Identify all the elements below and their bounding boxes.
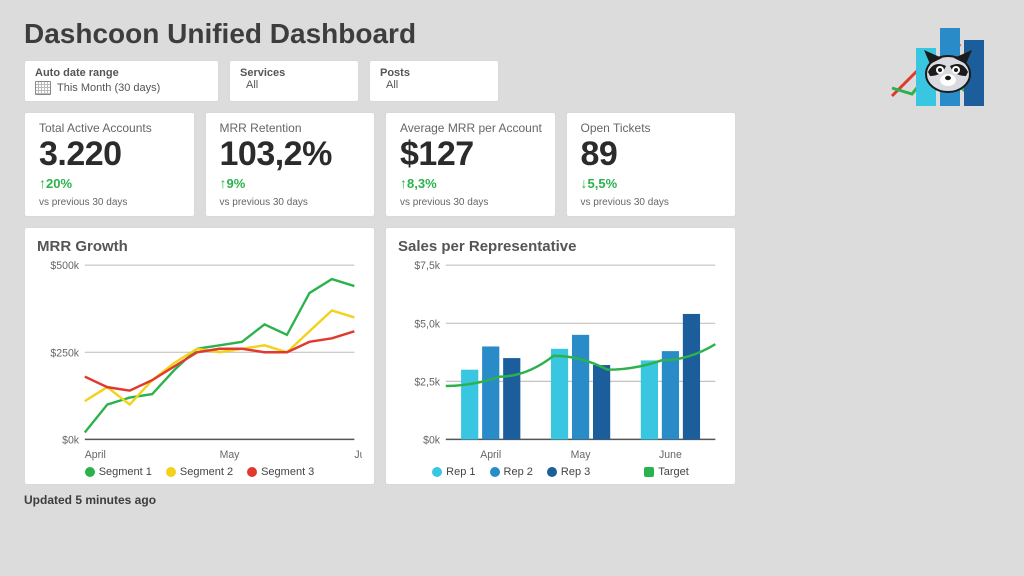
kpi-value: 103,2%	[220, 137, 365, 173]
svg-text:June: June	[659, 448, 682, 460]
kpi-card-2: Average MRR per Account $127 ↑8,3% vs previ…	[385, 112, 556, 217]
kpi-label: MRR Retention	[220, 121, 365, 135]
legend-item: Segment 1	[85, 466, 152, 478]
charts-row: MRR Growth $0k $250k $500k April May June Seg…	[24, 227, 736, 485]
arrow-down-icon: ↓	[581, 175, 588, 191]
kpi-label: Total Active Accounts	[39, 121, 184, 135]
filter-posts-value: All	[380, 79, 488, 91]
chart-mrr-growth: MRR Growth $0k $250k $500k April May June Seg…	[24, 227, 375, 485]
chart-mrr-growth-plot: $0k $250k $500k April May June	[37, 259, 362, 464]
legend-item: Rep 3	[547, 466, 590, 478]
filter-services-label: Services	[240, 67, 348, 79]
kpi-label: Open Tickets	[581, 121, 726, 135]
chart-sales-reps-plot: $0k $2,5k $5,0k $7,5k April May June	[398, 259, 723, 464]
legend-item: Segment 2	[166, 466, 233, 478]
kpi-label: Average MRR per Account	[400, 121, 545, 135]
kpi-card-0: Total Active Accounts 3.220 ↑20% vs previou…	[24, 112, 195, 217]
svg-text:May: May	[571, 448, 591, 460]
kpi-delta: ↑20%	[39, 175, 184, 191]
updated-timestamp: Updated 5 minutes ago	[24, 493, 736, 507]
kpi-row: Total Active Accounts 3.220 ↑20% vs previou…	[24, 112, 736, 217]
arrow-up-icon: ↑	[400, 175, 407, 191]
legend-color-icon	[432, 467, 442, 477]
legend-item: Segment 3	[247, 466, 314, 478]
svg-text:June: June	[354, 448, 362, 460]
kpi-delta: ↓5,5%	[581, 175, 726, 191]
kpi-compare: vs previous 30 days	[39, 197, 184, 208]
svg-text:$500k: $500k	[50, 260, 79, 272]
svg-text:$7,5k: $7,5k	[414, 260, 440, 272]
legend-label: Segment 3	[261, 466, 314, 478]
kpi-compare: vs previous 30 days	[581, 197, 726, 208]
filter-date-range[interactable]: Auto date range This Month (30 days)	[24, 60, 219, 102]
legend-item-target: Target	[644, 466, 689, 478]
calendar-icon	[35, 81, 51, 95]
chart-sales-reps: Sales per Representative $0k $2,5k $5,0k $7…	[385, 227, 736, 485]
chart-mrr-growth-title: MRR Growth	[37, 238, 362, 255]
chart-sales-reps-legend: Rep 1 Rep 2 Rep 3 Target	[398, 466, 723, 478]
legend-color-icon	[644, 467, 654, 477]
kpi-delta: ↑9%	[220, 175, 365, 191]
filter-services-value: All	[240, 79, 348, 91]
page-title: Dashcoon Unified Dashboard	[24, 18, 736, 50]
legend-color-icon	[490, 467, 500, 477]
filter-posts[interactable]: Posts All	[369, 60, 499, 102]
svg-text:$0k: $0k	[62, 434, 79, 446]
legend-label: Rep 2	[504, 466, 533, 478]
svg-text:$5,0k: $5,0k	[414, 318, 440, 330]
kpi-delta: ↑8,3%	[400, 175, 545, 191]
brand-logo	[888, 18, 998, 108]
filter-date-range-value: This Month (30 days)	[57, 82, 160, 94]
svg-text:$0k: $0k	[423, 434, 440, 446]
svg-text:$2,5k: $2,5k	[414, 376, 440, 388]
arrow-up-icon: ↑	[39, 175, 46, 191]
legend-color-icon	[547, 467, 557, 477]
legend-color-icon	[247, 467, 257, 477]
legend-color-icon	[85, 467, 95, 477]
legend-label: Segment 1	[99, 466, 152, 478]
legend-label: Rep 1	[446, 466, 475, 478]
legend-item: Rep 1	[432, 466, 475, 478]
arrow-up-icon: ↑	[220, 175, 227, 191]
svg-text:April: April	[480, 448, 501, 460]
svg-text:April: April	[85, 448, 106, 460]
kpi-compare: vs previous 30 days	[400, 197, 545, 208]
legend-label: Target	[658, 466, 689, 478]
svg-text:May: May	[220, 448, 240, 460]
chart-sales-reps-title: Sales per Representative	[398, 238, 723, 255]
filter-bar: Auto date range This Month (30 days) Ser…	[24, 60, 736, 102]
kpi-card-1: MRR Retention 103,2% ↑9% vs previous 30 day…	[205, 112, 376, 217]
kpi-compare: vs previous 30 days	[220, 197, 365, 208]
filter-posts-label: Posts	[380, 67, 488, 79]
legend-label: Rep 3	[561, 466, 590, 478]
chart-mrr-growth-legend: Segment 1 Segment 2 Segment 3	[37, 466, 362, 478]
filter-date-range-label: Auto date range	[35, 67, 208, 79]
kpi-value: 3.220	[39, 137, 184, 173]
legend-label: Segment 2	[180, 466, 233, 478]
legend-item: Rep 2	[490, 466, 533, 478]
kpi-value: $127	[400, 137, 545, 173]
filter-services[interactable]: Services All	[229, 60, 359, 102]
legend-color-icon	[166, 467, 176, 477]
kpi-value: 89	[581, 137, 726, 173]
svg-text:$250k: $250k	[50, 347, 79, 359]
kpi-card-3: Open Tickets 89 ↓5,5% vs previous 30 days	[566, 112, 737, 217]
